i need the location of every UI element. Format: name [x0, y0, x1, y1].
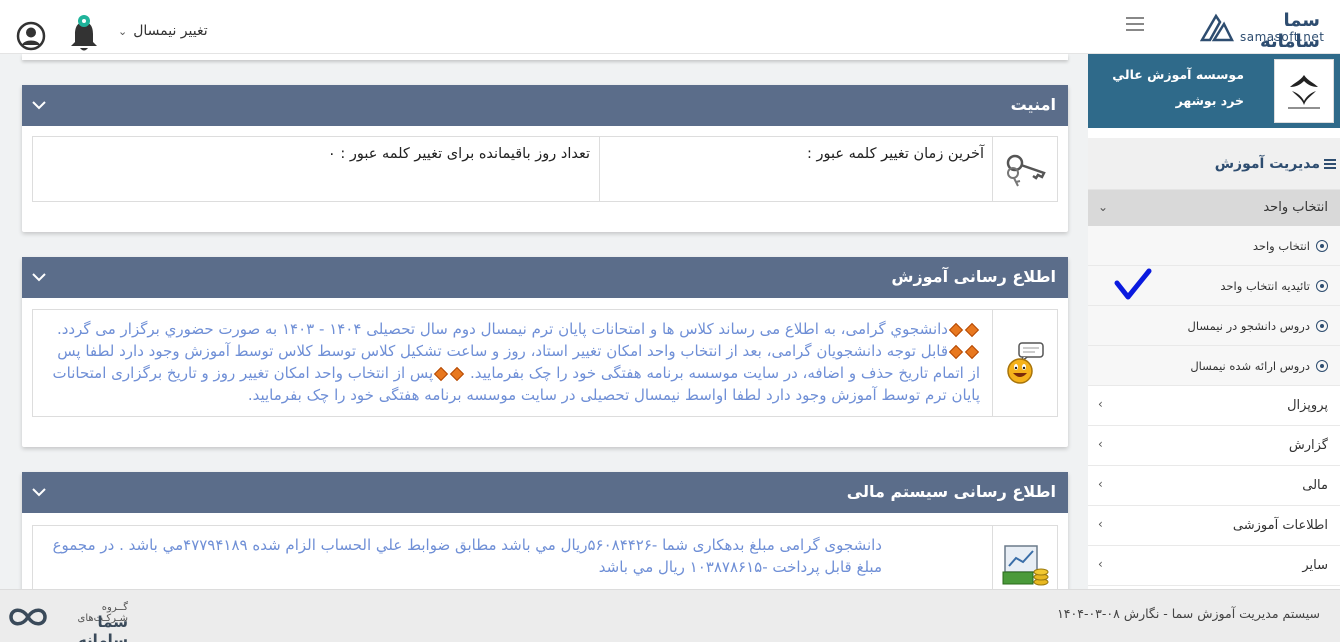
- security-panel-header[interactable]: امنیت: [22, 85, 1068, 126]
- submenu-item-label: دروس دانشجو در نیمسال: [1187, 319, 1311, 333]
- sidebar-item-report[interactable]: گزارش ›: [1088, 426, 1340, 466]
- finance-notice-row: دانشجوی گرامی مبلغ بدهکاری شما -۵۶۰۸۴۴۲۶…: [32, 525, 1058, 589]
- chevron-down-icon: ⌄: [1098, 200, 1109, 214]
- education-notice-title: اطلاع رسانی آموزش: [891, 267, 1056, 286]
- security-panel-title: امنیت: [1010, 95, 1056, 114]
- chevron-down-icon[interactable]: [32, 98, 46, 112]
- submenu-item-offered-courses[interactable]: دروس ارائه شده نیمسال: [1088, 346, 1340, 386]
- list-icon: [1324, 159, 1336, 170]
- finance-icon-cell: [992, 526, 1057, 589]
- main-content: امنیت آخرین زمان تغییر کلمه عبور : تعداد…: [0, 54, 1086, 589]
- last-password-change-label: آخرین زمان تغییر کلمه عبور :: [807, 146, 984, 162]
- chevron-right-icon: ›: [1098, 477, 1103, 491]
- finance-notice-header[interactable]: اطلاع رسانی سیستم مالی: [22, 472, 1068, 513]
- finance-notice-text-cell: دانشجوی گرامی مبلغ بدهکاری شما -۵۶۰۸۴۴۲۶…: [33, 526, 992, 589]
- finance-notice-title: اطلاع رسانی سیستم مالی: [846, 482, 1056, 501]
- submenu-item-student-courses[interactable]: دروس دانشجو در نیمسال: [1088, 306, 1340, 346]
- keys-icon-cell: [992, 137, 1057, 201]
- sidebar-item-label: اطلاعات آموزشی: [1232, 518, 1328, 533]
- diamond-bullet-icon: [434, 366, 449, 381]
- security-row: آخرین زمان تغییر کلمه عبور : تعداد روز ب…: [32, 136, 1058, 202]
- logo-subtext: samasoft.net: [1240, 30, 1325, 44]
- security-panel: امنیت آخرین زمان تغییر کلمه عبور : تعداد…: [22, 85, 1068, 232]
- sidebar-item-label: سایر: [1302, 558, 1328, 573]
- sidebar-group-course-selection[interactable]: انتخاب واحد ⌄: [1088, 190, 1340, 226]
- education-notice-line-1: دانشجوي گرامی، به اطلاع می رساند کلاس ها…: [56, 320, 948, 338]
- days-remaining-label: تعداد روز باقیمانده برای تغییر کلمه عبور…: [327, 146, 590, 162]
- sidebar-item-label: مالی: [1302, 478, 1328, 493]
- sama-logo-icon: [1200, 13, 1234, 42]
- menu-title: مدیریت آموزش: [1088, 138, 1340, 190]
- sidebar-item-label: پروپزال: [1287, 398, 1328, 413]
- semester-label: تغییر نیمسال: [133, 23, 208, 39]
- submenu-item-label: انتخاب واحد: [1252, 239, 1310, 253]
- submenu-item-label: تائیدیه انتخاب واحد: [1220, 279, 1310, 293]
- infinity-logo-icon: [9, 608, 47, 626]
- sidebar-group-label: انتخاب واحد: [1263, 200, 1328, 215]
- diamond-bullet-icon: [948, 344, 964, 359]
- checkmark-icon: [1114, 268, 1152, 300]
- footer-version-text: سیستم مدیریت آموزش سما - نگارش ۰۸-۰۳-۱۴۰…: [1057, 606, 1320, 621]
- radio-dot-icon: [1316, 280, 1328, 292]
- smiley-icon-cell: [992, 310, 1057, 416]
- sidebar-item-other[interactable]: سایر ›: [1088, 546, 1340, 586]
- chevron-right-icon: ›: [1098, 517, 1103, 531]
- diamond-bullet-icon: [948, 322, 964, 337]
- radio-dot-icon: [1316, 360, 1328, 372]
- sama-logo: سما سامانه samasoft.net: [1200, 10, 1324, 52]
- security-text-cell: آخرین زمان تغییر کلمه عبور : تعداد روز ب…: [33, 137, 992, 201]
- submenu-item-course-selection[interactable]: انتخاب واحد: [1088, 226, 1340, 266]
- top-bar: تغییر نیمسال ⌄ سما سامانه samasoft.net: [0, 0, 1340, 54]
- education-notice-text-cell: دانشجوي گرامی، به اطلاع می رساند کلاس ها…: [33, 310, 992, 416]
- radio-dot-icon: [1316, 320, 1328, 332]
- diamond-bullet-icon: [964, 344, 980, 359]
- finance-notice-panel: اطلاع رسانی سیستم مالی دانشجوی گرامی مبل…: [22, 472, 1068, 589]
- education-notice-header[interactable]: اطلاع رسانی آموزش: [22, 257, 1068, 298]
- notification-bell-icon[interactable]: [68, 14, 100, 54]
- chevron-down-icon: ⌄: [118, 24, 128, 38]
- chevron-right-icon: ›: [1098, 437, 1103, 451]
- talking-smiley-icon: [1007, 342, 1044, 384]
- chevron-right-icon: ›: [1098, 397, 1103, 411]
- footer-logo: گــروه شـرکـت‌های سما سامانه: [8, 602, 128, 642]
- footer-logo-brand: سما سامانه: [77, 613, 128, 642]
- chevron-down-icon[interactable]: [32, 270, 46, 284]
- hamburger-menu-icon[interactable]: [1126, 17, 1144, 33]
- institution-name: موسسه آموزش عالي خرد بوشهر: [1112, 67, 1244, 108]
- chevron-down-icon[interactable]: [32, 485, 46, 499]
- sidebar: موسسه آموزش عالي خرد بوشهر مدیریت آموزش …: [1088, 54, 1340, 589]
- sidebar-item-finance[interactable]: مالی ›: [1088, 466, 1340, 506]
- menu-title-label: مدیریت آموزش: [1214, 156, 1320, 172]
- institution-logo: [1274, 59, 1334, 123]
- education-notice-text: دانشجوي گرامی، به اطلاع می رساند کلاس ها…: [33, 310, 992, 406]
- user-avatar-icon[interactable]: [16, 21, 46, 51]
- institution-card: موسسه آموزش عالي خرد بوشهر: [1088, 54, 1340, 128]
- education-notice-row: دانشجوي گرامی، به اطلاع می رساند کلاس ها…: [32, 309, 1058, 417]
- sidebar-item-proposal[interactable]: پروپزال ›: [1088, 386, 1340, 426]
- education-notice-panel: اطلاع رسانی آموزش دانشجوي گرامی، به اطلا…: [22, 257, 1068, 447]
- diamond-bullet-icon: [450, 366, 465, 381]
- sidebar-item-label: گزارش: [1288, 438, 1328, 453]
- radio-dot-icon: [1316, 240, 1328, 252]
- finance-notice-text: دانشجوی گرامی مبلغ بدهکاری شما -۵۶۰۸۴۴۲۶…: [52, 536, 882, 576]
- money-chart-icon: [1002, 545, 1049, 586]
- chevron-right-icon: ›: [1098, 557, 1103, 571]
- footer: سیستم مدیریت آموزش سما - نگارش ۰۸-۰۳-۱۴۰…: [0, 589, 1340, 642]
- submenu-item-label: دروس ارائه شده نیمسال: [1190, 359, 1310, 373]
- submenu-item-course-selection-confirmation[interactable]: تائیدیه انتخاب واحد: [1088, 266, 1340, 306]
- previous-panel-stub: [22, 54, 1068, 60]
- keys-icon: [1006, 154, 1046, 187]
- diamond-bullet-icon: [964, 322, 980, 337]
- semester-selector[interactable]: تغییر نیمسال ⌄: [118, 23, 208, 39]
- sidebar-item-education-info[interactable]: اطلاعات آموزشی ›: [1088, 506, 1340, 546]
- institution-emblem-icon: [1288, 75, 1320, 109]
